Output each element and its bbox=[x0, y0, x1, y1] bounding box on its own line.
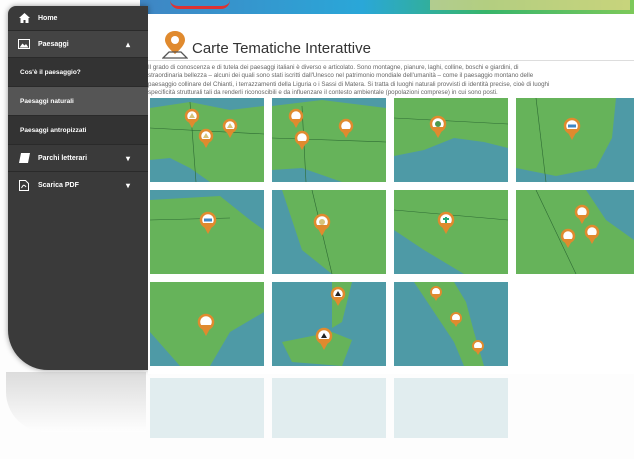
map-tile-toscana[interactable] bbox=[272, 190, 386, 274]
intro-line: specificità strutturali tali da renderli… bbox=[148, 89, 498, 97]
chevron-down-icon: ▾ bbox=[125, 180, 130, 190]
sidebar-item-home[interactable]: Home bbox=[8, 6, 148, 30]
image-icon bbox=[18, 39, 30, 49]
intro-line: Il grado di conoscenza e di tutela dei p… bbox=[148, 64, 519, 71]
sidebar-subitem-label: Paesaggi naturali bbox=[20, 97, 74, 105]
map-tile-veneto[interactable] bbox=[516, 98, 634, 182]
sidebar-subitem-label: Cos'è il paesaggio? bbox=[20, 68, 81, 76]
map-tile-emilia[interactable] bbox=[150, 190, 264, 274]
sidebar-item-label: Parchi letterari bbox=[38, 154, 88, 162]
sidebar-reflection bbox=[6, 372, 146, 432]
sidebar-item-label: Paesaggi bbox=[38, 40, 69, 48]
sidebar-subitem-paesaggi-naturali[interactable]: Paesaggi naturali bbox=[8, 86, 148, 115]
sidebar-item-label: Home bbox=[38, 14, 58, 22]
header-divider bbox=[148, 60, 634, 61]
sidebar-item-paesaggi[interactable]: Paesaggi ▴ bbox=[8, 30, 148, 57]
chevron-down-icon: ▾ bbox=[125, 153, 130, 163]
page-title: Carte Tematiche Interattive bbox=[192, 40, 371, 57]
sidebar-subitem-cosa-e-paesaggio[interactable]: Cos'è il paesaggio? bbox=[8, 57, 148, 86]
sidebar: Home Paesaggi ▴ Cos'è il paesaggio? Paes… bbox=[8, 6, 148, 370]
book-icon bbox=[18, 153, 30, 163]
map-tile-liguria[interactable] bbox=[394, 98, 508, 182]
reflection-tile bbox=[394, 378, 508, 438]
sidebar-item-parchi-letterari[interactable]: Parchi letterari ▾ bbox=[8, 144, 148, 171]
pdf-icon bbox=[18, 179, 30, 191]
sidebar-item-label: Scarica PDF bbox=[38, 181, 79, 189]
main-content: Carte Tematiche Interattive Il grado di … bbox=[148, 14, 634, 374]
intro-paragraph: Il grado di conoscenza e di tutela dei p… bbox=[148, 64, 634, 98]
chevron-up-icon: ▴ bbox=[125, 39, 130, 49]
page-header: Carte Tematiche Interattive bbox=[148, 24, 634, 59]
top-banner-accent bbox=[430, 0, 630, 10]
map-tile-alps-lakes[interactable] bbox=[272, 98, 386, 182]
sidebar-subitem-paesaggi-antropizzati[interactable]: Paesaggi antropizzati bbox=[8, 115, 148, 144]
map-tile-italia-sud[interactable] bbox=[394, 282, 508, 366]
intro-line: straordinaria bellezza – alcuni dei qual… bbox=[148, 72, 534, 80]
decorative-swoosh bbox=[170, 0, 230, 9]
map-tile-abruzzo[interactable] bbox=[516, 190, 634, 274]
home-icon bbox=[18, 13, 30, 23]
reflection-tile bbox=[272, 378, 386, 438]
grid-reflection bbox=[148, 374, 634, 459]
map-tile-alps-north[interactable] bbox=[150, 98, 264, 182]
map-tile-sicilia[interactable] bbox=[272, 282, 386, 366]
map-tile-basilicata[interactable] bbox=[150, 282, 264, 366]
intro-line: paesaggio collinare del Chianti, i terra… bbox=[148, 80, 550, 88]
reflection-tile bbox=[150, 378, 264, 438]
sidebar-subitem-label: Paesaggi antropizzati bbox=[20, 126, 87, 134]
sidebar-item-scarica-pdf[interactable]: Scarica PDF ▾ bbox=[8, 171, 148, 198]
map-tile-lazio[interactable] bbox=[394, 190, 508, 274]
